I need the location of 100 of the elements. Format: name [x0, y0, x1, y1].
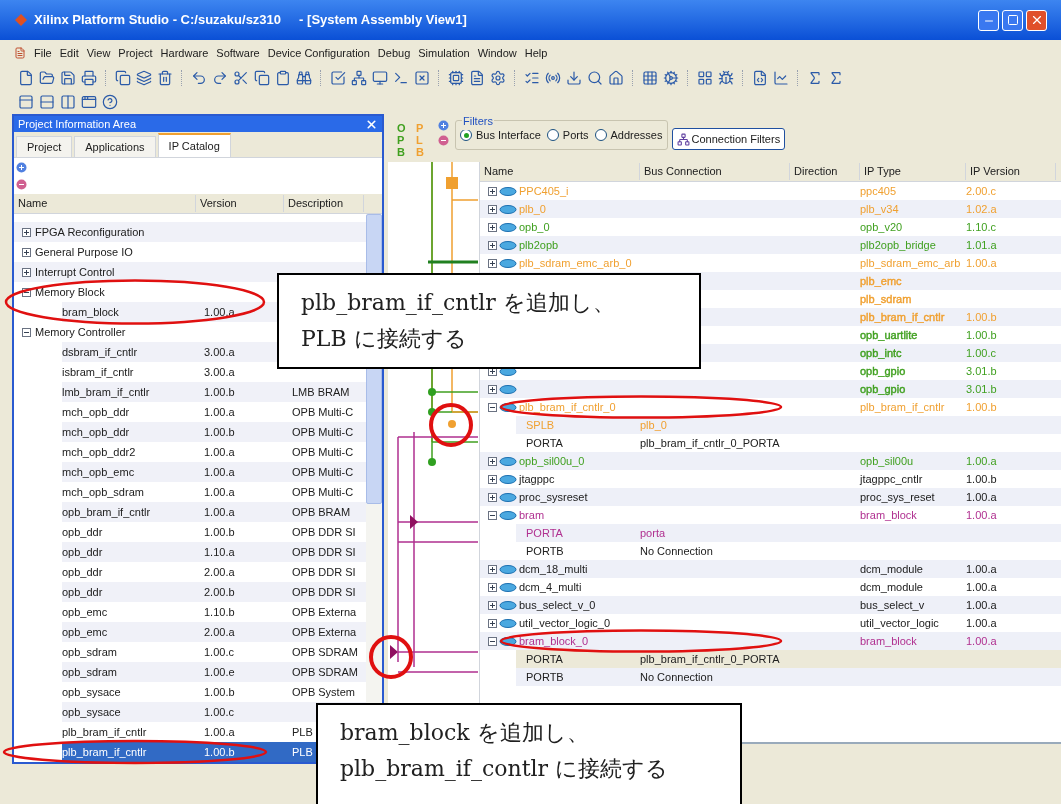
- ip-version: 2.00.a: [204, 624, 236, 640]
- ip-version: 1.00.c: [204, 704, 235, 720]
- ip-version: 1.00.b: [966, 309, 997, 325]
- ip-version: 1.00.a: [204, 444, 236, 460]
- ip-description: OPB Externa: [292, 604, 357, 620]
- ip-version: 1.00.a: [966, 453, 997, 469]
- bus-connection: No Connection: [640, 669, 713, 685]
- ip-version: 1.10.b: [204, 604, 236, 620]
- ip-name: isbram_if_cntlr: [62, 364, 135, 380]
- ip-description: OPB System: [292, 684, 355, 700]
- ip-description: OPB Multi-C: [292, 444, 354, 460]
- ip-name: mch_opb_ddr: [62, 424, 131, 440]
- bus-connection: plb_bram_if_cntlr_0_PORTA: [640, 651, 780, 667]
- ip-name: plb_bram_if_cntlr: [62, 744, 148, 760]
- bus-connection: plb_bram_if_cntlr_0_PORTA: [640, 435, 780, 451]
- ip-type: bram_block: [860, 507, 918, 523]
- ip-name: opb_emc: [62, 604, 109, 620]
- ip-description: OPB DDR SI: [292, 584, 356, 600]
- ip-type: opb_intc: [860, 345, 903, 361]
- ip-name: mch_opb_ddr2: [62, 444, 137, 460]
- ip-type: jtagppc_cntlr: [860, 471, 924, 487]
- ip-version: 1.00.a: [966, 489, 997, 505]
- ip-description: OPB SDRAM: [292, 664, 358, 680]
- ip-version: 1.00.a: [204, 304, 236, 320]
- annotation-tooltip: plb_bram_if_cntlr を追加し、 PLB に接続する: [277, 273, 701, 369]
- ip-version: 2.00.b: [204, 584, 236, 600]
- ip-version: 1.10.c: [966, 219, 996, 235]
- ip-version: 3.00.a: [204, 364, 236, 380]
- ip-name: plb_bram_if_cntlr: [62, 724, 148, 740]
- ip-version: 1.00.a: [204, 504, 236, 520]
- ip-name: opb_ddr: [62, 564, 104, 580]
- ip-name: opb_sysace: [62, 704, 122, 720]
- ip-version: 1.00.b: [204, 384, 236, 400]
- ip-type: util_vector_logic: [860, 615, 940, 631]
- port-name: PORTA: [525, 435, 564, 451]
- ip-version: 1.00.b: [204, 684, 236, 700]
- bus-label: OPB: [397, 122, 407, 159]
- ip-version: 1.00.a: [966, 255, 997, 271]
- ip-type: plb_sdram_emc_arb: [860, 255, 962, 271]
- ip-name: opb_ddr: [62, 524, 104, 540]
- ip-type: opb_sil00u: [860, 453, 915, 469]
- ip-version: 1.00.b: [204, 524, 236, 540]
- ip-name: opb_ddr: [62, 544, 104, 560]
- ip-name: opb_sdram: [62, 644, 119, 660]
- ip-version: 1.00.a: [204, 724, 236, 740]
- ip-version: 1.00.a: [966, 597, 997, 613]
- ip-type: dcm_module: [860, 579, 924, 595]
- ip-type: plb_emc: [860, 273, 903, 289]
- ip-description: LMB BRAM: [292, 384, 350, 400]
- ip-version: 3.01.b: [966, 363, 997, 379]
- ip-version: 1.00.a: [966, 633, 997, 649]
- ip-description: OPB Externa: [292, 624, 357, 640]
- ip-type: bram_block: [860, 633, 918, 649]
- ip-version: 2.00.a: [204, 564, 236, 580]
- ip-name: mch_opb_ddr: [62, 404, 131, 420]
- ip-type: opb_v20: [860, 219, 904, 235]
- ip-description: OPB DDR SI: [292, 524, 356, 540]
- ip-description: OPB DDR SI: [292, 564, 356, 580]
- ip-name: bram_block: [62, 304, 120, 320]
- ip-name: opb_sdram: [62, 664, 119, 680]
- ip-name: lmb_bram_if_cntlr: [62, 384, 151, 400]
- ip-version: 1.00.a: [966, 579, 997, 595]
- ip-version: 1.00.e: [204, 664, 236, 680]
- ip-description: OPB Multi-C: [292, 424, 354, 440]
- ip-version: 1.00.c: [966, 345, 996, 361]
- ip-type: opb_uartlite: [860, 327, 919, 343]
- ip-version: 1.00.b: [966, 471, 997, 487]
- bus-connection: No Connection: [640, 543, 713, 559]
- ip-name: mch_opb_emc: [62, 464, 136, 480]
- ip-type: opb_gpio: [860, 381, 907, 397]
- ip-type: plb2opb_bridge: [860, 237, 937, 253]
- ip-version: 1.00.c: [204, 644, 235, 660]
- ip-type: bus_select_v: [860, 597, 926, 613]
- bus-label: PLB: [416, 122, 425, 159]
- annotation-tooltip: bram_block を追加し、 plb_bram_if_contlr に接続する: [316, 703, 742, 804]
- ip-name: opb_emc: [62, 624, 109, 640]
- ip-name: dsbram_if_cntlr: [62, 344, 139, 360]
- ip-version: 3.00.a: [204, 344, 236, 360]
- ip-name: opb_bram_if_cntlr: [62, 504, 152, 520]
- ip-version: 1.00.a: [204, 484, 236, 500]
- ip-version: 1.10.a: [204, 544, 236, 560]
- ip-version: 1.00.a: [966, 561, 997, 577]
- ip-description: OPB SDRAM: [292, 644, 358, 660]
- port-name: SPLB: [525, 417, 556, 433]
- ip-description: OPB Multi-C: [292, 404, 354, 420]
- ip-type: plb_bram_if_cntlr: [860, 309, 946, 325]
- ip-version: 1.00.b: [204, 424, 236, 440]
- ip-version: 1.00.a: [966, 615, 997, 631]
- panel-title: Project Information Area: [18, 116, 136, 132]
- ip-version: 1.00.b: [204, 744, 236, 760]
- ip-version: 1.00.b: [966, 327, 997, 343]
- port-name: PORTA: [525, 651, 564, 667]
- ip-version: 2.00.c: [966, 183, 996, 199]
- ip-type: plb_sdram: [860, 291, 913, 307]
- ip-type: proc_sys_reset: [860, 489, 936, 505]
- bus-connection: plb_0: [640, 417, 667, 433]
- ip-name: opb_ddr: [62, 584, 104, 600]
- port-name: PORTB: [525, 543, 565, 559]
- ip-description: PLB: [292, 744, 313, 760]
- ip-version: 1.00.a: [966, 507, 997, 523]
